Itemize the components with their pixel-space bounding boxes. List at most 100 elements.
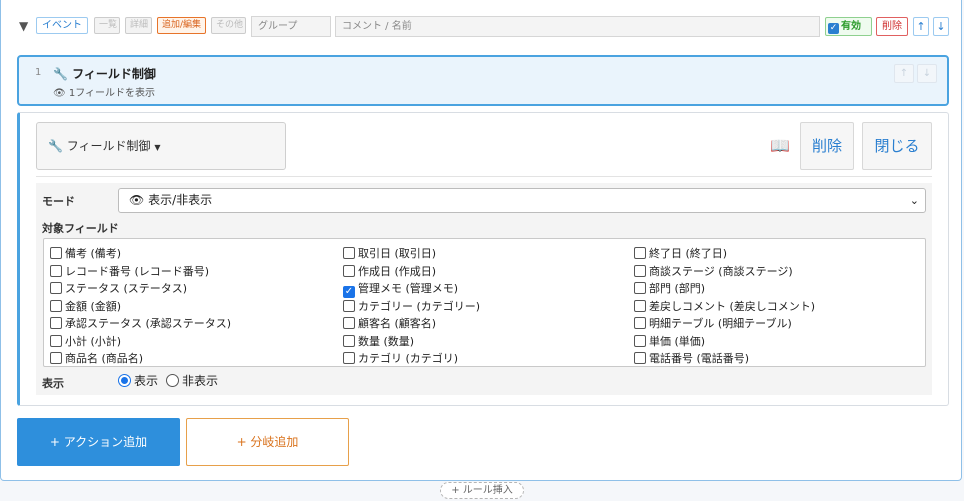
checkbox[interactable] [50,352,62,364]
field-checkbox-item[interactable]: 明細テーブル (明細テーブル) [634,315,792,331]
tag-add-edit[interactable]: 追加/編集 [157,17,206,34]
checkbox[interactable] [634,282,646,294]
eye-icon: 👁 [53,88,66,99]
checkbox[interactable] [50,299,62,312]
action-move-down-button[interactable]: ↓ [917,64,937,83]
field-checkbox-item[interactable]: 数量 (数量) [343,333,414,349]
checkbox[interactable] [343,247,355,259]
field-checkbox-label: 備考 (備考) [65,247,122,260]
field-checkbox-label: 作成日 (作成日) [358,264,437,278]
valid-toggle[interactable]: ✓ 有効 [825,17,872,36]
eye-icon: 👁 [129,193,145,207]
checkbox[interactable] [634,264,646,277]
add-action-button[interactable]: + アクション追加 [17,418,180,466]
checkbox[interactable] [50,334,62,347]
mode-select[interactable]: 👁 表示/非表示 ⌄ [118,188,926,213]
field-checkbox-item[interactable]: カテゴリ (カテゴリ) [343,350,458,366]
field-checkbox-item[interactable]: ステータス (ステータス) [50,280,187,296]
field-checkbox-item[interactable]: レコード番号 (レコード番号) [50,263,209,279]
insert-rule-button[interactable]: + ルール挿入 [440,482,524,499]
target-fields-label: 対象フィールド [42,222,119,235]
checkbox[interactable] [50,317,62,329]
checkbox-checked-icon: ✓ [828,23,839,34]
radio-button[interactable] [166,374,179,387]
action-title: 🔧 フィールド制御 [53,65,156,82]
action-type-dropdown[interactable]: 🔧 フィールド制御 ▼ [36,122,286,170]
field-checkbox-label: 商品名 (商品名) [65,352,144,365]
field-checkbox-list: 備考 (備考) レコード番号 (レコード番号) ステータス (ステータス) 金額 (金… [43,238,926,367]
field-checkbox-item[interactable]: 金額 (金額) [50,298,121,314]
collapse-icon[interactable]: ▼ [19,19,28,33]
field-checkbox-item[interactable]: 単価 (単価) [634,333,705,349]
radio-show-label: 表示 [134,374,159,388]
divider [36,176,932,177]
field-checkbox-label: 顧客名 (顧客名) [358,317,437,330]
delete-rule-button[interactable]: 削除 [876,17,908,36]
action-summary-card[interactable]: 1 🔧 フィールド制御 👁 1フィールドを表示 ↑ ↓ [17,55,949,106]
chevron-down-icon: ⌄ [909,194,919,207]
radio-button[interactable] [118,374,131,387]
field-checkbox-label: 承認ステータス (承認ステータス) [65,317,232,330]
field-checkbox-item[interactable]: 商談ステージ (商談ステージ) [634,263,793,279]
comment-input[interactable]: コメント / 名前 [335,16,820,37]
add-branch-button[interactable]: + 分岐追加 [186,418,349,466]
field-checkbox-label: 単価 (単価) [649,334,706,348]
tag-list[interactable]: 一覧 [94,17,120,34]
checkbox[interactable] [343,264,355,277]
field-checkbox-item[interactable]: 電話番号 (電話番号) [634,350,749,366]
radio-hide-label: 非表示 [182,374,219,388]
field-checkbox-label: 明細テーブル (明細テーブル) [649,317,792,330]
settings-panel: モード 👁 表示/非表示 ⌄ 対象フィールド 備考 (備考) レコード番号 (レコ… [36,183,932,395]
checkbox[interactable] [634,317,646,329]
checkbox[interactable] [343,317,355,329]
field-checkbox-label: カテゴリー (カテゴリー) [358,299,481,313]
checkbox[interactable] [634,334,646,347]
checkbox[interactable] [634,247,646,259]
checkbox[interactable] [634,352,646,364]
action-title-label: フィールド制御 [72,67,156,81]
field-checkbox-item[interactable]: 顧客名 (顧客名) [343,315,436,331]
rule-header: ▼ イベント 一覧 詳細 追加/編集 その他 グループ コメント / 名前 ✓ 有… [1,12,963,40]
rule-container: ▼ イベント 一覧 詳細 追加/編集 その他 グループ コメント / 名前 ✓ 有… [0,0,962,481]
field-checkbox-item[interactable]: カテゴリー (カテゴリー) [343,298,480,314]
field-checkbox-label: 小計 (小計) [65,334,122,348]
caret-down-icon: ▼ [154,143,161,152]
field-checkbox-item[interactable]: ✓ 管理メモ (管理メモ) [343,280,458,298]
field-checkbox-item[interactable]: 終了日 (終了日) [634,245,727,261]
radio-hide[interactable]: 非表示 [166,372,218,389]
checkbox[interactable] [50,282,62,294]
action-editor: 🔧 フィールド制御 ▼ 📖 削除 閉じる モード 👁 表示/非表示 ⌄ 対象フィ… [17,112,949,406]
checkbox[interactable] [50,264,62,277]
checkbox[interactable] [343,299,355,312]
field-checkbox-item[interactable]: 作成日 (作成日) [343,263,436,279]
field-checkbox-item[interactable]: 商品名 (商品名) [50,350,143,366]
close-editor-button[interactable]: 閉じる [862,122,932,170]
tag-other[interactable]: その他 [211,17,246,34]
move-up-button[interactable]: ↑ [913,17,929,36]
checkbox[interactable] [50,247,62,259]
field-checkbox-item[interactable]: 備考 (備考) [50,245,121,261]
field-checkbox-label: 管理メモ (管理メモ) [358,282,459,295]
move-down-button[interactable]: ↓ [933,17,949,36]
field-checkbox-label: 電話番号 (電話番号) [649,352,750,365]
radio-show[interactable]: 表示 [118,372,158,389]
book-icon[interactable]: 📖 [770,136,790,155]
field-checkbox-item[interactable]: 差戻しコメント (差戻しコメント) [634,298,815,314]
field-checkbox-item[interactable]: 取引日 (取引日) [343,245,436,261]
wrench-icon: 🔧 [48,139,63,153]
checkbox[interactable] [634,299,646,312]
field-checkbox-item[interactable]: 部門 (部門) [634,280,705,296]
group-input[interactable]: グループ [251,16,331,37]
action-move-up-button[interactable]: ↑ [894,64,914,83]
tag-event[interactable]: イベント [36,17,88,34]
field-checkbox-label: 部門 (部門) [649,282,706,295]
checkbox[interactable] [343,334,355,347]
delete-action-button[interactable]: 削除 [800,122,854,170]
checkbox[interactable] [343,352,355,364]
tag-detail[interactable]: 詳細 [125,17,152,34]
action-type-label: フィールド制御 [66,139,151,153]
field-checkbox-item[interactable]: 小計 (小計) [50,333,121,349]
checkbox[interactable]: ✓ [343,286,355,298]
field-checkbox-item[interactable]: 承認ステータス (承認ステータス) [50,315,231,331]
action-summary: 👁 1フィールドを表示 [53,84,155,99]
